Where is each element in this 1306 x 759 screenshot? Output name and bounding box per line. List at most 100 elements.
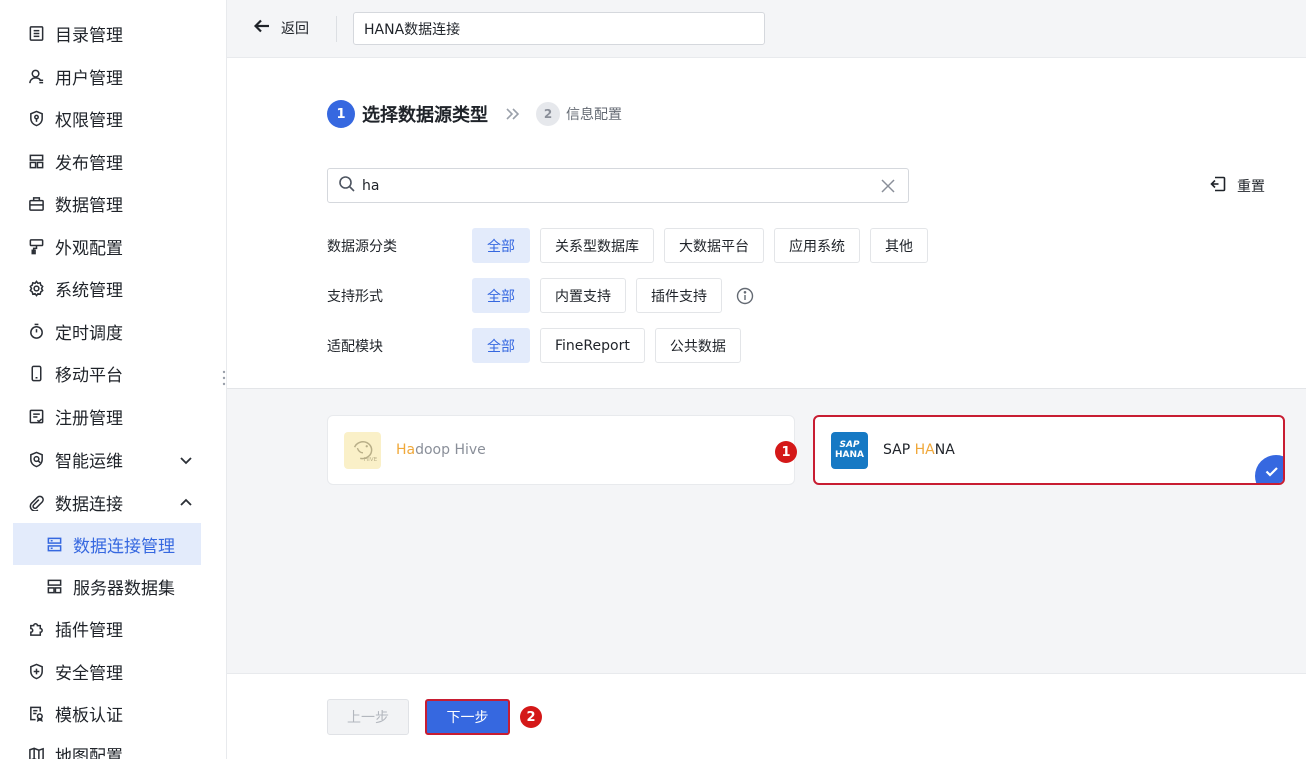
sidebar-item-data[interactable]: 数据管理 xyxy=(13,183,201,223)
datasource-name-highlight: HA xyxy=(914,442,935,458)
sap-hana-logo-icon: SAP HANA xyxy=(831,431,868,469)
search-value: ha xyxy=(362,177,380,194)
annotation-marker-2: 2 xyxy=(520,706,542,728)
sidebar-item-data-connection[interactable]: 数据连接 xyxy=(13,482,201,522)
double-chevron-right-icon xyxy=(504,105,522,123)
sidebar-item-system[interactable]: 系统管理 xyxy=(13,268,201,308)
map-icon xyxy=(27,745,45,759)
selected-check-icon xyxy=(1255,455,1283,483)
datasource-card-hadoop-hive[interactable]: HIVE Hadoop Hive xyxy=(327,415,795,485)
datasource-name-prefix: SAP xyxy=(883,442,915,458)
chevron-up-icon xyxy=(179,495,193,509)
register-icon xyxy=(27,407,45,425)
sidebar-item-schedule[interactable]: 定时调度 xyxy=(13,311,201,351)
annotation-marker-1: 1 xyxy=(775,441,797,463)
chip-support-builtin[interactable]: 内置支持 xyxy=(540,278,626,313)
filter-label-support: 支持形式 xyxy=(327,288,383,305)
sidebar-item-publish[interactable]: 发布管理 xyxy=(13,141,201,181)
chip-category-all[interactable]: 全部 xyxy=(472,228,530,263)
back-button[interactable]: 返回 xyxy=(253,16,309,40)
datasource-name: Hadoop Hive xyxy=(396,442,486,458)
filter-row-support: 支持形式 全部 内置支持 插件支持 xyxy=(327,278,754,313)
sidebar-item-server-dataset[interactable]: 服务器数据集 xyxy=(13,566,201,606)
template-icon xyxy=(27,704,45,722)
link-icon xyxy=(27,493,45,511)
reset-icon xyxy=(1209,175,1237,197)
sidebar-item-catalog[interactable]: 目录管理 xyxy=(13,13,201,53)
hive-logo-icon: HIVE xyxy=(344,431,381,469)
sidebar-item-plugins[interactable]: 插件管理 xyxy=(13,608,201,648)
sidebar-item-label: 发布管理 xyxy=(55,153,123,174)
step-1-label: 选择数据源类型 xyxy=(362,105,488,126)
sidebar-item-ops[interactable]: 智能运维 xyxy=(13,439,201,479)
sidebar-item-data-connection-manage[interactable]: 数据连接管理 xyxy=(13,523,201,565)
filter-row-module: 适配模块 全部 FineReport 公共数据 xyxy=(327,328,751,363)
svg-text:HIVE: HIVE xyxy=(363,457,376,463)
publish-icon xyxy=(27,152,45,170)
main-panel: 1 选择数据源类型 2 信息配置 ha 重置 数据源分类 全部 关系型数据库 大… xyxy=(227,58,1306,388)
chip-module-finereport[interactable]: FineReport xyxy=(540,328,645,363)
datasource-name: SAP HANA xyxy=(883,442,955,458)
datasource-name-highlight: Ha xyxy=(396,442,416,458)
sidebar-item-template-auth[interactable]: 模板认证 xyxy=(13,693,201,733)
ops-icon xyxy=(27,450,45,468)
info-icon[interactable] xyxy=(736,287,754,305)
sidebar-item-security[interactable]: 安全管理 xyxy=(13,651,201,691)
sidebar-item-label: 外观配置 xyxy=(55,238,123,259)
logo-line-2: HANA xyxy=(835,450,864,460)
datasource-card-sap-hana[interactable]: SAP HANA SAP HANA xyxy=(813,415,1285,485)
datasource-name-rest: doop Hive xyxy=(415,442,486,458)
security-icon xyxy=(27,662,45,680)
sidebar-item-permissions[interactable]: 权限管理 xyxy=(13,98,201,138)
prev-step-button[interactable]: 上一步 xyxy=(327,699,409,735)
steps-indicator: 1 选择数据源类型 2 信息配置 xyxy=(327,100,622,128)
step-2-number: 2 xyxy=(536,102,560,126)
chip-module-all[interactable]: 全部 xyxy=(472,328,530,363)
filter-label-category: 数据源分类 xyxy=(327,238,397,255)
gear-icon xyxy=(27,279,45,297)
catalog-icon xyxy=(27,24,45,42)
sidebar-item-register[interactable]: 注册管理 xyxy=(13,396,201,436)
chip-category-bigdata[interactable]: 大数据平台 xyxy=(664,228,764,263)
header-divider xyxy=(336,16,337,42)
plugin-icon xyxy=(27,619,45,637)
step-2-label: 信息配置 xyxy=(566,107,622,123)
chip-support-all[interactable]: 全部 xyxy=(472,278,530,313)
connection-name-input[interactable] xyxy=(353,12,765,45)
reset-button[interactable]: 重置 xyxy=(1209,175,1265,197)
footer-bar: 上一步 下一步 2 xyxy=(227,673,1306,759)
sidebar: 目录管理 用户管理 权限管理 发布管理 数据管理 外观配置 系统管理 定时调度 xyxy=(0,0,227,759)
sidebar-item-label: 用户管理 xyxy=(55,68,123,89)
chevron-down-icon xyxy=(179,452,193,466)
arrow-left-icon xyxy=(253,17,281,39)
step-1-number: 1 xyxy=(327,100,355,128)
datasource-name-rest: NA xyxy=(934,442,955,458)
clear-icon[interactable] xyxy=(880,178,896,194)
chip-category-other[interactable]: 其他 xyxy=(870,228,928,263)
sidebar-item-appearance[interactable]: 外观配置 xyxy=(13,226,201,266)
sidebar-item-label: 定时调度 xyxy=(55,323,123,344)
next-step-button[interactable]: 下一步 xyxy=(425,699,510,735)
sidebar-item-label: 注册管理 xyxy=(55,408,123,429)
sidebar-item-label: 插件管理 xyxy=(55,620,123,641)
sidebar-item-users[interactable]: 用户管理 xyxy=(13,56,201,96)
sidebar-item-label: 智能运维 xyxy=(55,451,123,472)
chip-category-relational[interactable]: 关系型数据库 xyxy=(540,228,654,263)
sidebar-item-label: 数据连接 xyxy=(55,494,123,515)
logo-line-1: SAP xyxy=(839,440,860,450)
chip-support-plugin[interactable]: 插件支持 xyxy=(636,278,722,313)
mobile-icon xyxy=(27,364,45,382)
chip-category-application[interactable]: 应用系统 xyxy=(774,228,860,263)
sidebar-item-label: 目录管理 xyxy=(55,25,123,46)
data-icon xyxy=(27,194,45,212)
app: 目录管理 用户管理 权限管理 发布管理 数据管理 外观配置 系统管理 定时调度 xyxy=(0,0,1306,759)
sidebar-item-label: 地图配置 xyxy=(55,746,123,759)
search-input[interactable]: ha xyxy=(327,168,909,203)
sidebar-item-map[interactable]: 地图配置 xyxy=(13,734,201,759)
sidebar-item-label: 权限管理 xyxy=(55,110,123,131)
filter-label-module: 适配模块 xyxy=(327,338,383,355)
paint-icon xyxy=(27,237,45,255)
chip-module-public-data[interactable]: 公共数据 xyxy=(654,328,741,363)
shield-key-icon xyxy=(27,109,45,127)
sidebar-item-mobile[interactable]: 移动平台 xyxy=(13,353,201,393)
